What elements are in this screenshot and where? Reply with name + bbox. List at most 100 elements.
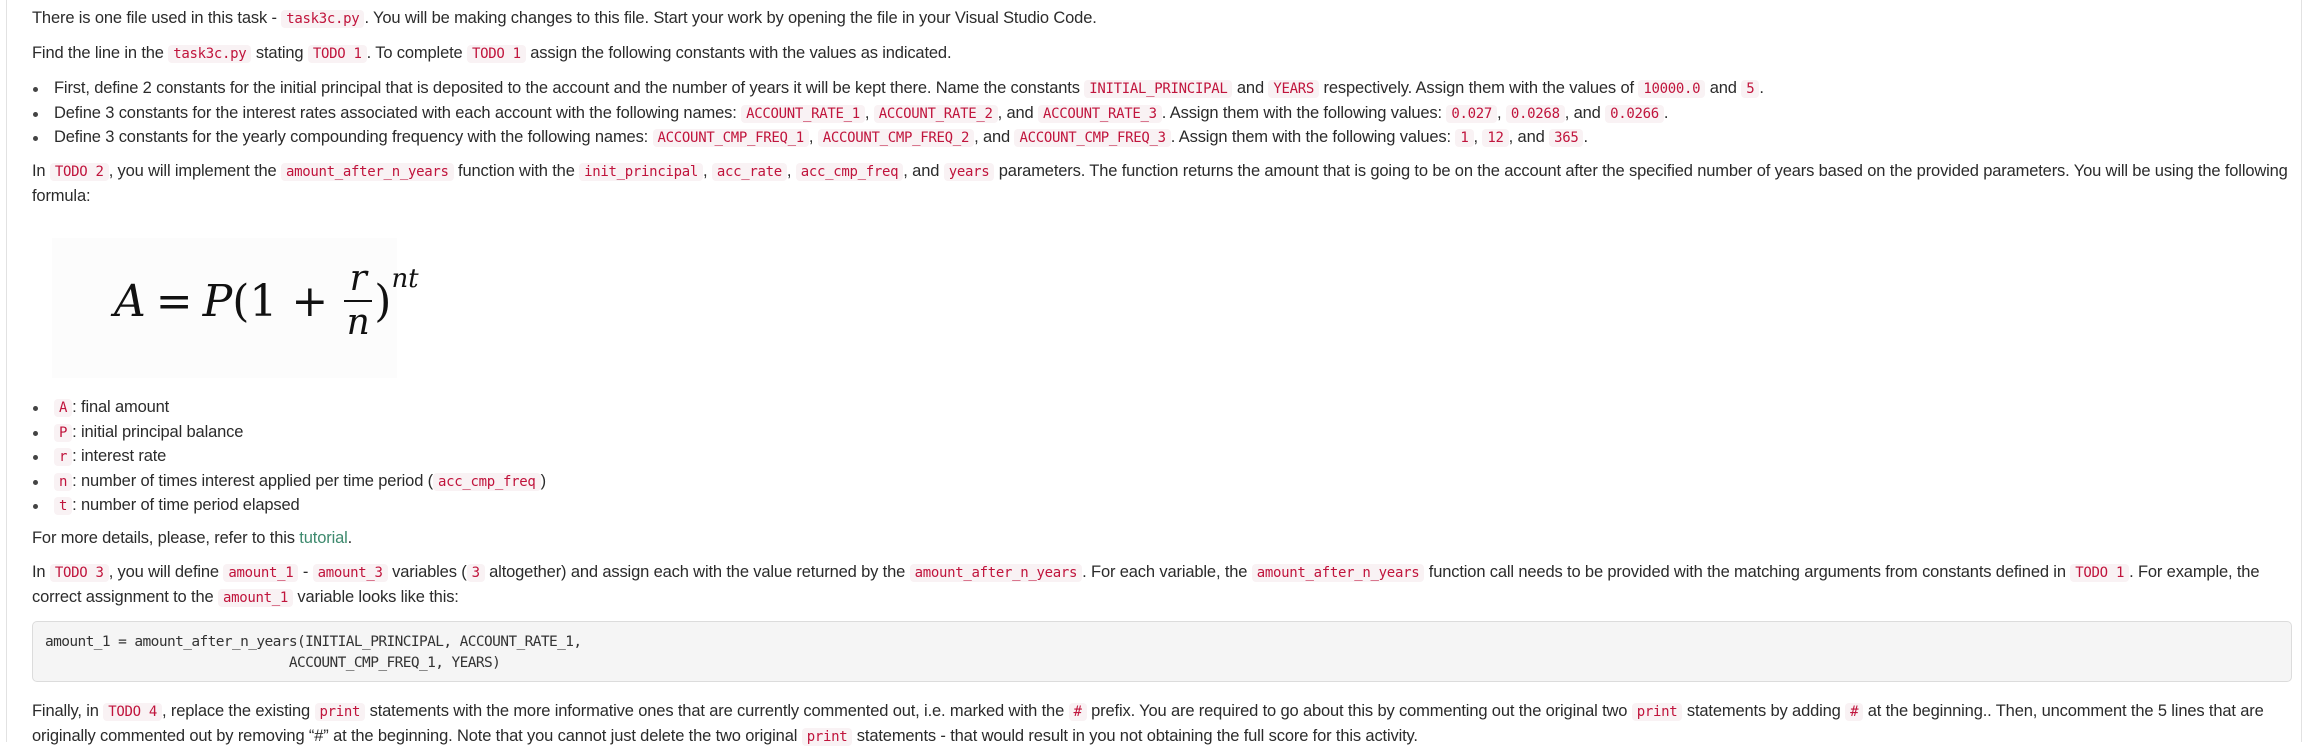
symbol-code: t xyxy=(54,497,73,515)
keyword-code: print xyxy=(314,703,366,721)
todo-code: TODO 2 xyxy=(49,163,109,181)
text: First, define 2 constants for the initia… xyxy=(54,79,1085,97)
constant-code: INITIAL_PRINCIPAL xyxy=(1084,80,1233,98)
symbol-code: # xyxy=(1068,703,1087,721)
text: and xyxy=(1232,79,1269,97)
todo2-paragraph: In TODO 2, you will implement the amount… xyxy=(32,160,2292,208)
value-code: 365 xyxy=(1549,129,1584,147)
constant-code: ACCOUNT_RATE_2 xyxy=(873,104,998,123)
formula-fraction: r n xyxy=(344,258,373,343)
text: : number of time period elapsed xyxy=(72,496,300,514)
function-code: amount_after_n_years xyxy=(1251,564,1425,582)
keyword-code: print xyxy=(801,727,853,746)
variable-code: amount_1 xyxy=(223,564,299,582)
param-code: acc_cmp_freq xyxy=(795,163,904,181)
compound-interest-formula: A = P (1 + r n ) nt xyxy=(114,260,419,342)
text: . To complete xyxy=(366,44,467,62)
text: , xyxy=(808,128,818,146)
formula-numerator: r xyxy=(349,258,367,299)
text: variables ( xyxy=(387,563,467,581)
text: function with the xyxy=(453,162,580,180)
list-item: r: interest rate xyxy=(33,445,546,470)
symbol-code: A xyxy=(54,399,73,417)
todo1-intro-paragraph: Find the line in the task3c.py stating T… xyxy=(32,42,952,67)
text: function call needs to be provided with … xyxy=(1424,563,2071,581)
text: respectively. Assign them with the value… xyxy=(1319,79,1639,97)
text: . Assign them with the following values: xyxy=(1170,128,1456,146)
text: statements by adding xyxy=(1682,702,1846,720)
code-example-block: amount_1 = amount_after_n_years(INITIAL_… xyxy=(32,621,2292,682)
text: . You will be making changes to this fil… xyxy=(364,9,1097,27)
text: . xyxy=(1583,128,1588,146)
formula-paren: ) xyxy=(374,275,392,327)
list-item: Define 3 constants for the interest rate… xyxy=(33,102,1764,127)
value-code: 3 xyxy=(466,564,485,582)
file-name-code: task3c.py xyxy=(281,10,365,28)
todo1-list: First, define 2 constants for the initia… xyxy=(32,77,1764,151)
formula-paren: (1 + xyxy=(232,275,343,327)
variable-code: amount_1 xyxy=(217,588,293,607)
text: : final amount xyxy=(72,398,170,416)
text: In xyxy=(32,162,50,180)
text: , and xyxy=(997,103,1038,122)
value-code: 12 xyxy=(1482,129,1509,147)
text: altogether) and assign each with the val… xyxy=(484,563,910,581)
tutorial-link[interactable]: tutorial xyxy=(299,529,347,547)
value-code: 0.027 xyxy=(1446,104,1498,123)
text: . For each variable, the xyxy=(1082,563,1252,581)
text: . xyxy=(347,529,353,547)
formula-image: A = P (1 + r n ) nt xyxy=(52,238,419,378)
text: , xyxy=(702,162,712,180)
todo-code: TODO 1 xyxy=(307,45,367,63)
text: , and xyxy=(974,128,1015,146)
constant-code: YEARS xyxy=(1268,80,1320,98)
symbol-code: # xyxy=(1845,703,1864,721)
text: and xyxy=(1705,79,1742,97)
todo-code: TODO 1 xyxy=(2070,564,2130,582)
list-item: P: initial principal balance xyxy=(33,421,546,446)
text: , replace the existing xyxy=(162,702,315,720)
text: Finally, in xyxy=(32,702,104,720)
symbol-code: n xyxy=(54,472,73,491)
details-paragraph: For more details, please, refer to this … xyxy=(32,527,352,551)
constant-code: ACCOUNT_CMP_FREQ_1 xyxy=(652,129,809,147)
text: - xyxy=(298,563,313,581)
text: , and xyxy=(1564,103,1606,122)
list-item: n: number of times interest applied per … xyxy=(33,470,547,495)
constant-code: ACCOUNT_RATE_3 xyxy=(1037,104,1162,123)
constant-code: ACCOUNT_RATE_1 xyxy=(741,104,865,123)
text: , and xyxy=(903,162,944,180)
keyword-code: print xyxy=(1631,703,1683,721)
formula-symbol: P xyxy=(202,275,233,327)
list-item: Define 3 constants for the yearly compou… xyxy=(33,126,1764,151)
text: : number of times interest applied per t… xyxy=(72,471,434,490)
text: In xyxy=(32,563,50,581)
text: Define 3 constants for the yearly compou… xyxy=(54,128,653,146)
list-item: First, define 2 constants for the initia… xyxy=(33,77,1764,102)
symbol-code: P xyxy=(54,423,73,442)
text: , and xyxy=(1508,128,1550,146)
text: ) xyxy=(540,471,547,490)
text: . Assign them with the following values: xyxy=(1161,103,1447,122)
formula-symbol: A xyxy=(114,275,146,327)
param-code: init_principal xyxy=(579,163,703,181)
todo-code: TODO 3 xyxy=(49,564,109,582)
constant-code: ACCOUNT_CMP_FREQ_3 xyxy=(1014,129,1171,147)
formula-denominator: n xyxy=(346,302,370,343)
symbol-code: r xyxy=(54,448,73,466)
text: assign the following constants with the … xyxy=(525,44,952,62)
text: stating xyxy=(251,44,308,62)
param-code: years xyxy=(943,163,995,181)
instructions-panel: There is one file used in this task - ta… xyxy=(6,0,2302,746)
function-code: amount_after_n_years xyxy=(281,163,454,181)
function-code: amount_after_n_years xyxy=(909,564,1083,582)
text: , you will define xyxy=(108,563,224,581)
value-code: 5 xyxy=(1741,80,1760,98)
text: Define 3 constants for the interest rate… xyxy=(54,103,742,122)
list-item: t: number of time period elapsed xyxy=(33,494,546,519)
value-code: 1 xyxy=(1455,129,1474,147)
value-code: 10000.0 xyxy=(1638,80,1706,98)
formula-exponent: nt xyxy=(391,264,419,294)
text: For more details, please, refer to this xyxy=(32,529,300,547)
constant-code: ACCOUNT_CMP_FREQ_2 xyxy=(817,129,975,147)
